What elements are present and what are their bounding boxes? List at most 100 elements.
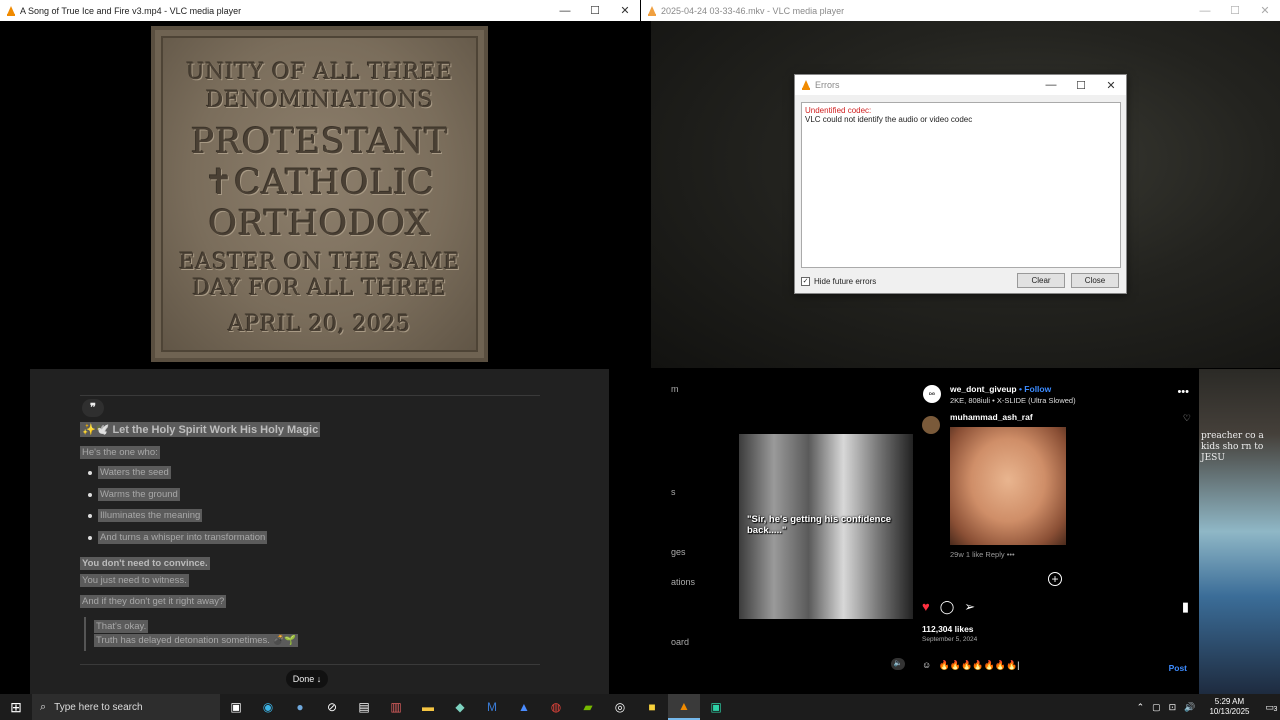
error-message: VLC could not identify the audio or vide… xyxy=(805,115,973,124)
file-explorer-icon[interactable]: ▬ xyxy=(412,694,444,720)
comment-input[interactable]: ☺ 🔥🔥🔥🔥🔥🔥🔥| xyxy=(922,660,1020,671)
nvidia-icon[interactable]: ▰ xyxy=(572,694,604,720)
app-tray-icon[interactable]: ▢ xyxy=(1152,702,1161,713)
error-log[interactable]: Undentified codec: VLC could not identif… xyxy=(801,102,1121,268)
quote-line: Truth has delayed detonation sometimes. … xyxy=(94,634,299,647)
message-line: And if they don't get it right away? xyxy=(80,595,227,608)
vlc-window-left: A Song of True Ice and Fire v3.mp4 - VLC… xyxy=(0,0,640,368)
minimize-button[interactable]: — xyxy=(1190,0,1220,21)
message-line: You just need to witness. xyxy=(80,574,189,587)
likes-count[interactable]: 112,304 likes xyxy=(922,624,974,634)
quote-text: Truth has delayed detonation sometimes. … xyxy=(94,634,299,647)
maximize-button[interactable]: ☐ xyxy=(1220,0,1250,21)
sidebar-label[interactable]: oard xyxy=(671,637,689,647)
more-options-icon[interactable]: ••• xyxy=(1177,386,1189,398)
minimize-button[interactable]: — xyxy=(1036,75,1066,96)
close-button[interactable]: ✕ xyxy=(1096,75,1126,96)
app-icon[interactable]: ▤ xyxy=(348,694,380,720)
maximize-button[interactable]: ☐ xyxy=(1066,75,1096,96)
avatar[interactable]: DG xyxy=(923,385,941,403)
close-button[interactable]: ✕ xyxy=(610,0,640,21)
sidebar-label[interactable]: ations xyxy=(671,577,695,587)
search-box[interactable]: ⌕ Type here to search xyxy=(32,694,220,720)
start-button[interactable]: ⊞ xyxy=(0,694,32,720)
divider xyxy=(80,664,540,665)
message-heading: ✨🕊️ Let the Holy Spirit Work His Holy Ma… xyxy=(80,422,321,437)
message-line: He's the one who: xyxy=(80,446,160,459)
comment-icon[interactable]: ◯ xyxy=(940,599,955,615)
audio-track[interactable]: 2KE, 808iuli • X-SLIDE (Ultra Slowed) xyxy=(950,396,1076,405)
app-icon[interactable]: ▣ xyxy=(700,694,732,720)
plaque-line: DAY FOR ALL THREE xyxy=(192,276,447,301)
hide-errors-checkbox[interactable]: ✓ xyxy=(801,276,810,286)
edge-icon[interactable]: ◉ xyxy=(252,694,284,720)
vlc-icon[interactable]: ▲ xyxy=(668,694,700,720)
clear-button[interactable]: Clear xyxy=(1017,273,1065,288)
chat-panel: ❞ ✨🕊️ Let the Holy Spirit Work His Holy … xyxy=(30,369,609,694)
vlc-cone-icon xyxy=(802,80,810,90)
emoji-icon[interactable]: ☺ xyxy=(922,660,931,670)
like-heart-icon[interactable]: ♥ xyxy=(922,599,930,615)
dialog-titlebar[interactable]: Errors — ☐ ✕ xyxy=(795,75,1126,95)
load-more-icon[interactable]: + xyxy=(1048,572,1062,586)
app-icon[interactable]: ⊘ xyxy=(316,694,348,720)
heart-small-icon[interactable]: ♡ xyxy=(1183,413,1191,424)
sticky-notes-icon[interactable]: ■ xyxy=(636,694,668,720)
search-placeholder: Type here to search xyxy=(54,701,143,713)
obs-icon[interactable]: ◎ xyxy=(604,694,636,720)
list-item: Waters the seed xyxy=(98,466,171,479)
chrome-icon[interactable]: ◍ xyxy=(540,694,572,720)
blockquote-bar xyxy=(84,617,86,651)
network-icon[interactable]: ⊡ xyxy=(1169,702,1177,713)
instagram-window: m s ges ations oard "Sir, he's getting h… xyxy=(641,369,1280,694)
share-icon[interactable]: ➢ xyxy=(964,599,975,615)
volume-icon[interactable]: 🔊 xyxy=(1184,702,1195,713)
taskbar: ⊞ ⌕ Type here to search ▣ ◉ ● ⊘ ▤ ▥ ▬ ◆ … xyxy=(0,694,1280,720)
commenter-avatar[interactable] xyxy=(922,416,940,434)
username[interactable]: we_dont_giveup xyxy=(950,384,1017,394)
malwarebytes-icon[interactable]: M xyxy=(476,694,508,720)
list-item-text: Waters the seed xyxy=(98,466,171,479)
sidebar-label[interactable]: s xyxy=(671,487,676,497)
minimize-button[interactable]: — xyxy=(550,0,580,21)
done-button[interactable]: Done ↓ xyxy=(286,670,328,688)
quote-icon[interactable]: ❞ xyxy=(82,399,104,417)
plaque-line: UNITY OF ALL THREE xyxy=(186,60,453,85)
comment-meta[interactable]: 29w 1 like Reply ••• xyxy=(950,550,1015,559)
comment-username[interactable]: muhammad_ash_raf xyxy=(950,412,1033,422)
action-bar: ♥ ◯ ➢ xyxy=(922,599,975,615)
message-line: You don't need to convince. xyxy=(80,557,210,570)
next-post-preview[interactable]: preacher co a kids sho rn to JESU xyxy=(1199,369,1280,694)
window-title: A Song of True Ice and Fire v3.mp4 - VLC… xyxy=(20,5,242,16)
maximize-button[interactable]: ☐ xyxy=(580,0,610,21)
notification-icon[interactable]: ▭ 3 xyxy=(1265,702,1277,713)
bullet-dot xyxy=(88,536,92,540)
list-item-text: Warms the ground xyxy=(98,488,180,501)
errors-dialog: Errors — ☐ ✕ Undentified codec: VLC coul… xyxy=(794,74,1127,294)
app-icon[interactable]: ● xyxy=(284,694,316,720)
vlc-titlebar-right[interactable]: 2025-04-24 03-33-46.mkv - VLC media play… xyxy=(641,0,1280,21)
task-view-icon[interactable]: ▣ xyxy=(220,694,252,720)
sidebar-label[interactable]: ges xyxy=(671,547,686,557)
date: 10/13/2025 xyxy=(1209,707,1250,716)
chevron-up-icon[interactable]: ⌃ xyxy=(1137,702,1145,713)
follow-button[interactable]: • Follow xyxy=(1019,384,1051,394)
post-header: we_dont_giveup • Follow xyxy=(950,384,1051,394)
heading-text: ✨🕊️ Let the Holy Spirit Work His Holy Ma… xyxy=(80,422,321,437)
app-icon[interactable]: ◆ xyxy=(444,694,476,720)
post-button[interactable]: Post xyxy=(1169,663,1187,673)
bookmark-icon[interactable]: ▮ xyxy=(1182,599,1189,615)
stone-plaque-image: UNITY OF ALL THREE DENOMINIATIONS PROTES… xyxy=(151,26,488,362)
video-area[interactable]: UNITY OF ALL THREE DENOMINIATIONS PROTES… xyxy=(0,21,640,368)
clock[interactable]: 5:29 AM 10/13/2025 xyxy=(1209,697,1249,717)
list-item: Warms the ground xyxy=(98,488,180,501)
vlc-titlebar-left[interactable]: A Song of True Ice and Fire v3.mp4 - VLC… xyxy=(0,0,640,21)
close-dialog-button[interactable]: Close xyxy=(1071,273,1119,288)
bullet-dot xyxy=(88,471,92,475)
sidebar-label[interactable]: m xyxy=(671,384,679,394)
app-icon[interactable]: ▲ xyxy=(508,694,540,720)
plaque-line: PROTESTANT xyxy=(190,122,449,162)
close-button[interactable]: ✕ xyxy=(1250,0,1280,21)
mute-icon[interactable]: 🔈 xyxy=(891,658,905,670)
app-icon[interactable]: ▥ xyxy=(380,694,412,720)
